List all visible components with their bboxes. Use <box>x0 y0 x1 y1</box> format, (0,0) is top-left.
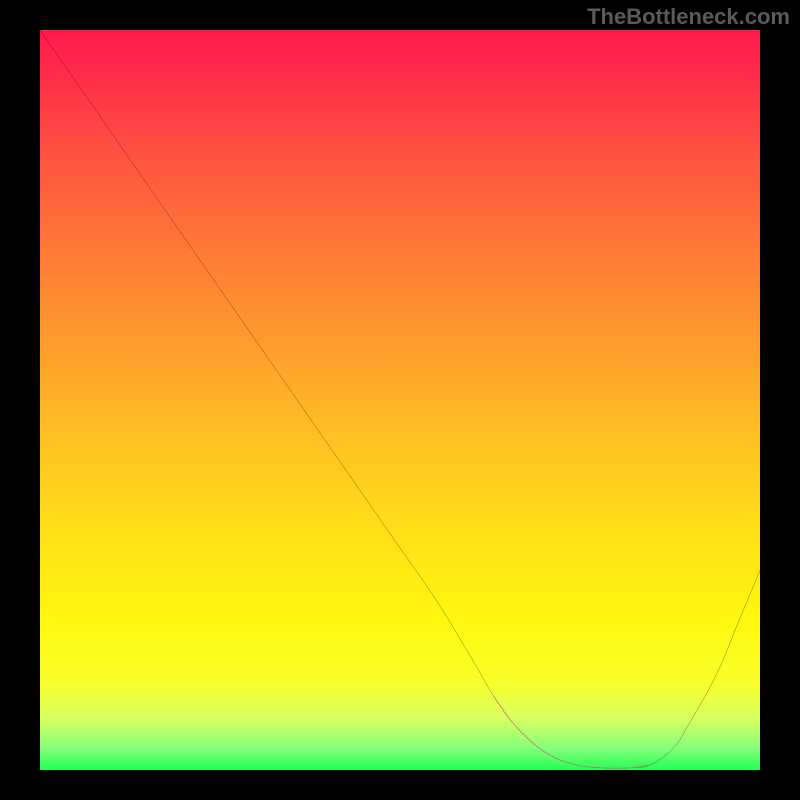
watermark-text: TheBottleneck.com <box>587 4 790 30</box>
chart-svg <box>40 30 760 770</box>
chart-plot-area <box>40 30 760 770</box>
bottleneck-curve-line <box>40 30 760 768</box>
optimal-range-marker-line <box>494 696 652 768</box>
